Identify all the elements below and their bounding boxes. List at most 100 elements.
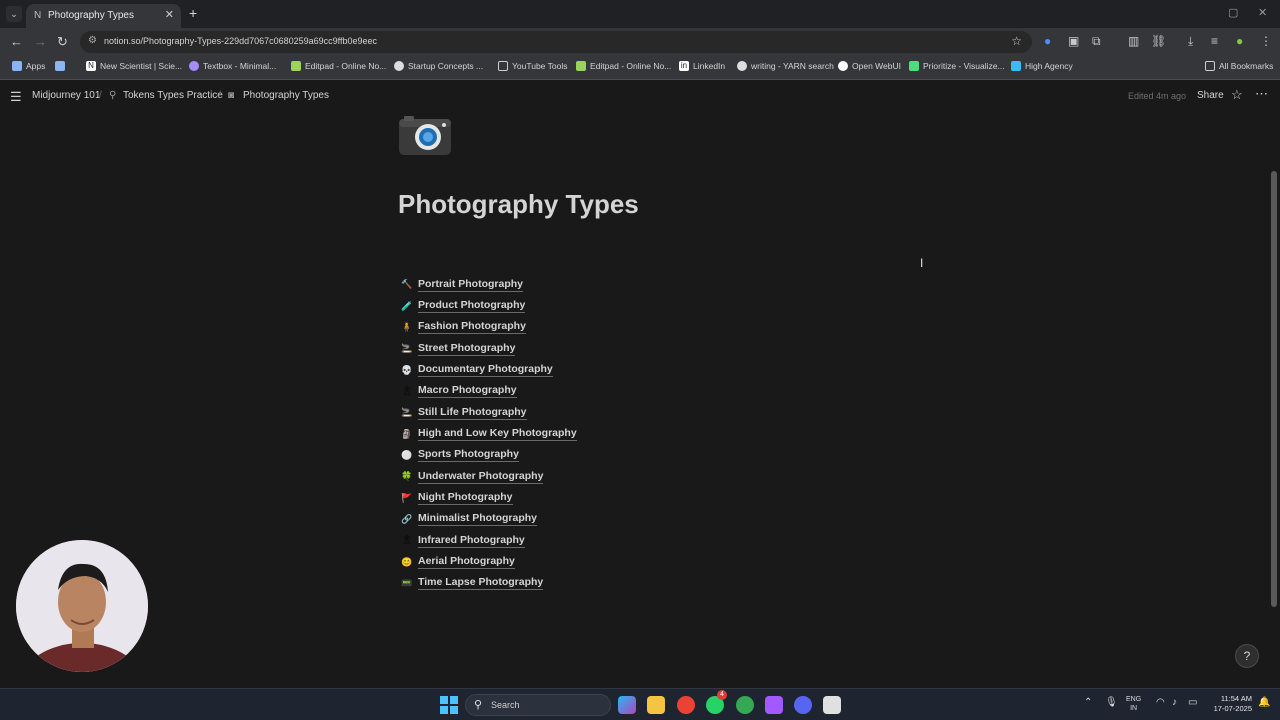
bookmark-textbox[interactable]: Textbox - Minimal... (189, 61, 276, 71)
figma-icon[interactable] (765, 696, 783, 714)
page-link[interactable]: 🔨 Portrait Photography (400, 274, 577, 295)
page-link-label[interactable]: Night Photography (418, 491, 513, 506)
menu-icon[interactable]: ⋮ (1260, 34, 1272, 48)
avatar[interactable]: ● (1236, 34, 1243, 48)
notification-icon[interactable]: 🔔 (1258, 697, 1270, 708)
page-link-label[interactable]: Portrait Photography (418, 278, 524, 292)
new-tab-button[interactable]: + (189, 5, 197, 21)
page-link[interactable]: 🚩 Night Photography (400, 487, 577, 508)
page-link-label[interactable]: High and Low Key Photography (418, 427, 577, 442)
bookmark-apps[interactable]: Apps (12, 61, 45, 71)
camera-icon[interactable] (398, 113, 452, 155)
bookmark-star-icon[interactable]: ☆ (1011, 34, 1022, 48)
page-link-label[interactable]: Sports Photography (418, 448, 519, 463)
browser-tab[interactable]: N Photography Types ✕ (26, 4, 181, 28)
bookmark-high-agency[interactable]: High Agency (1011, 61, 1073, 71)
page-link[interactable]: 📟 Time Lapse Photography (400, 573, 577, 594)
extension-icon[interactable]: ● (1044, 34, 1051, 48)
smoking-icon: 🚬 (401, 407, 413, 418)
page-link[interactable]: 😊 Aerial Photography (400, 551, 577, 572)
side-panel-icon[interactable]: ▥ (1128, 34, 1139, 48)
page-link-label[interactable]: Still Life Photography (418, 406, 527, 420)
back-icon[interactable]: ← (10, 34, 23, 49)
bookmark-linkedin[interactable]: in LinkedIn (679, 61, 725, 71)
sidebar-toggle-icon[interactable]: ☰ (10, 89, 22, 105)
breadcrumb-item[interactable]: Photography Types (243, 90, 329, 101)
battery-icon[interactable]: ▭ (1188, 697, 1197, 708)
download-icon[interactable]: ⤓ (1188, 34, 1193, 49)
page-link[interactable]: 🚬 Street Photography (400, 338, 577, 359)
whatsapp-icon[interactable]: 4 (706, 690, 727, 714)
yarn-icon (737, 61, 747, 71)
page-link[interactable]: ⚪ Sports Photography (400, 445, 577, 466)
page-link[interactable]: 🧍 Fashion Photography (400, 317, 577, 338)
media-icon[interactable]: ≡ (1211, 34, 1218, 48)
volume-icon[interactable]: ♪ (1172, 697, 1177, 708)
bookmark-new-scientist[interactable]: N New Scientist | Scie... (86, 61, 182, 71)
page-link-label[interactable]: Minimalist Photography (418, 512, 538, 527)
page-link[interactable]: 🔗 Minimalist Photography (400, 509, 577, 530)
close-window-icon[interactable]: ✕ (1258, 6, 1267, 19)
page-link[interactable]: 🎗 Infrared Photography (400, 530, 577, 551)
chrome-icon[interactable] (677, 696, 695, 714)
bookmark-yarn[interactable]: writing - YARN search (737, 61, 834, 71)
page-link-label[interactable]: Time Lapse Photography (418, 576, 544, 591)
page-link[interactable]: 💀 Documentary Photography (400, 359, 577, 380)
windows-start-icon[interactable] (440, 696, 458, 714)
extension-icon[interactable]: ▣ (1068, 34, 1079, 48)
language-indicator[interactable]: ENG IN (1126, 695, 1141, 713)
forward-icon[interactable]: → (34, 34, 47, 49)
chrome-profile-icon[interactable] (736, 696, 754, 714)
wifi-icon[interactable]: ◠ (1156, 697, 1165, 708)
page-link-label[interactable]: Product Photography (418, 299, 526, 314)
app-icon[interactable] (823, 696, 841, 714)
site-info-icon[interactable]: ⚙ (88, 35, 97, 46)
bookmark-prioritize[interactable]: Prioritize - Visualize... (909, 61, 1005, 71)
highagency-icon (1011, 61, 1021, 71)
page-link-label[interactable]: Street Photography (418, 342, 516, 356)
page-link-label[interactable]: Infrared Photography (418, 534, 525, 548)
link-icon[interactable]: ⛓ (1151, 34, 1166, 48)
page-link[interactable]: 🎗 Macro Photography (400, 381, 577, 402)
address-bar[interactable]: ⚙ notion.so/Photography-Types-229dd7067c… (80, 31, 1032, 53)
help-icon[interactable]: ? (1235, 644, 1259, 668)
favorite-star-icon[interactable]: ☆ (1231, 87, 1243, 103)
page-link-label[interactable]: Documentary Photography (418, 363, 553, 378)
bookmark-grid[interactable] (55, 61, 65, 71)
tray-overflow-icon[interactable]: ⌃ (1084, 697, 1092, 708)
bookmark-editpad[interactable]: Editpad - Online No... (291, 61, 386, 71)
page-link-label[interactable]: Underwater Photography (418, 470, 544, 484)
bookmark-startup-concepts[interactable]: Startup Concepts ... (394, 61, 483, 71)
taskbar-search[interactable]: ⚲ Search (465, 694, 611, 716)
page-link-label[interactable]: Fashion Photography (418, 320, 526, 335)
scrollbar[interactable] (1268, 111, 1280, 688)
copilot-icon[interactable] (618, 696, 636, 714)
more-options-icon[interactable]: ⋯ (1255, 86, 1268, 102)
reload-icon[interactable]: ↻ (57, 34, 68, 50)
tab-search-button[interactable]: ⌄ (6, 6, 22, 22)
scrollbar-thumb[interactable] (1271, 171, 1277, 607)
page-link-label[interactable]: Aerial Photography (418, 555, 515, 570)
puzzle-icon[interactable]: ⧉ (1092, 34, 1101, 49)
page-link-label[interactable]: Macro Photography (418, 384, 517, 399)
page-link[interactable]: 🍀 Underwater Photography (400, 466, 577, 487)
smoking-icon: 🚬 (401, 343, 413, 354)
page-title[interactable]: Photography Types (398, 189, 639, 220)
bookmark-all-bookmarks[interactable]: All Bookmarks (1205, 61, 1273, 71)
camera-icon-small: ◙ (228, 90, 235, 101)
bookmark-open-webui[interactable]: Open WebUI (838, 61, 901, 71)
discord-icon[interactable] (794, 696, 812, 714)
bookmark-youtube-tools[interactable]: YouTube Tools (498, 61, 567, 71)
bookmark-editpad-2[interactable]: Editpad - Online No... (576, 61, 671, 71)
microphone-icon[interactable]: 🎙 (1105, 697, 1118, 708)
clock[interactable]: 11:54 AM 17-07-2025 (1208, 694, 1252, 714)
tab-close-icon[interactable]: ✕ (165, 8, 174, 21)
page-link[interactable]: 🚬 Still Life Photography (400, 402, 577, 423)
page-link[interactable]: 🗿 High and Low Key Photography (400, 423, 577, 444)
breadcrumb-item[interactable]: Tokens Types Practice (123, 90, 223, 101)
breadcrumb-item[interactable]: Midjourney 101 (32, 90, 100, 101)
page-link[interactable]: 🧪 Product Photography (400, 295, 577, 316)
file-explorer-icon[interactable] (647, 696, 665, 714)
minimize-icon[interactable]: ▢ (1228, 6, 1238, 19)
share-button[interactable]: Share (1197, 90, 1224, 101)
